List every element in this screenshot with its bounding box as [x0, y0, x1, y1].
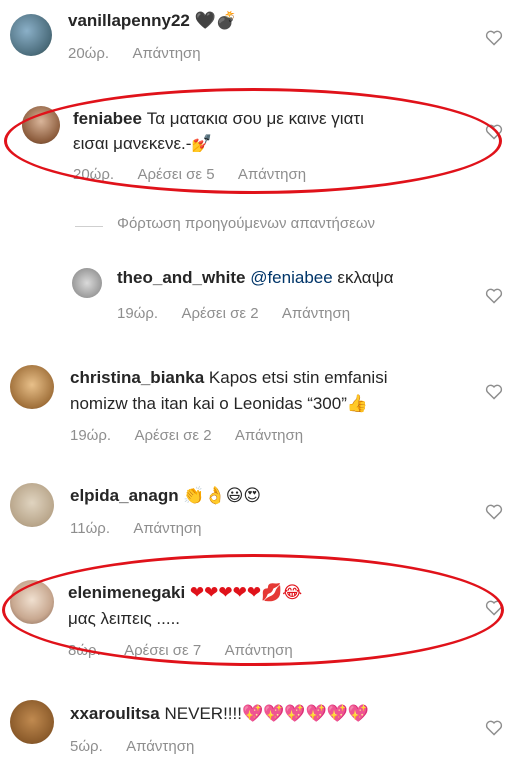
avatar[interactable]: [10, 483, 54, 527]
avatar[interactable]: [22, 106, 60, 144]
comment-text: vanillapenny22 🖤💣: [68, 10, 237, 32]
reply-button[interactable]: Απάντηση: [282, 305, 350, 322]
comment-meta: 20ώρ. Απάντηση: [68, 45, 201, 62]
reply-button[interactable]: Απάντηση: [238, 166, 306, 183]
comment-text-line2: εισαι μανεκενε.-💅: [73, 134, 213, 153]
load-previous-replies[interactable]: Φόρτωση προηγούμενων απαντήσεων: [117, 215, 375, 232]
comment-text: elenimenegaki ❤❤❤❤❤💋😂: [68, 582, 302, 604]
avatar[interactable]: [10, 580, 54, 624]
heart-icon[interactable]: [485, 720, 503, 736]
avatar[interactable]: [10, 14, 52, 56]
comment-body: Kapos etsi stin emfanisi: [208, 368, 388, 387]
comment-meta: 5ώρ. Απάντηση: [70, 738, 194, 755]
comment-text: elpida_anagn 👏👌😃😍: [70, 485, 261, 507]
timestamp: 19ώρ.: [70, 427, 112, 444]
username[interactable]: elenimenegaki: [68, 583, 185, 602]
comment-meta: 19ώρ. Αρέσει σε 2 Απάντηση: [117, 305, 350, 322]
comment-text-line2: nomizw tha itan kai o Leonidas “300”👍: [70, 394, 369, 413]
reply-button[interactable]: Απάντηση: [132, 45, 200, 62]
timestamp: 11ώρ.: [70, 520, 110, 537]
username[interactable]: xxaroulitsa: [70, 704, 160, 723]
likes-count[interactable]: Αρέσει σε 2: [134, 427, 211, 444]
comment-emojis: 🖤💣: [194, 11, 237, 31]
comment-text-line2: μας λειπεις .....: [68, 609, 181, 628]
heart-icon[interactable]: [485, 504, 503, 520]
heart-icon[interactable]: [485, 600, 503, 616]
comment-emojis: 👏👌😃😍: [183, 486, 262, 506]
heart-icon[interactable]: [485, 30, 503, 46]
heart-icon[interactable]: [485, 384, 503, 400]
heart-icon[interactable]: [485, 124, 503, 140]
timestamp: 19ώρ.: [117, 305, 159, 322]
username[interactable]: feniabee: [73, 109, 142, 128]
reply-button[interactable]: Απάντηση: [235, 427, 303, 444]
divider: [75, 226, 103, 227]
comment-text: theo_and_white @feniabee εκλαψα: [117, 267, 394, 289]
timestamp: 5ώρ.: [70, 738, 103, 755]
comment-body: NEVER!!!!💖💖💖💖💖💖: [164, 704, 369, 723]
comment-body: εκλαψα: [332, 268, 394, 287]
reply-button[interactable]: Απάντηση: [133, 520, 201, 537]
likes-count[interactable]: Αρέσει σε 7: [124, 642, 201, 659]
username[interactable]: vanillapenny22: [68, 11, 190, 30]
timestamp: 20ώρ.: [73, 166, 115, 183]
avatar[interactable]: [10, 365, 54, 409]
comment-body: Τα ματακια σου με καινε γιατι: [146, 109, 364, 128]
heart-icon[interactable]: [485, 288, 503, 304]
comment-meta: 19ώρ. Αρέσει σε 2 Απάντηση: [70, 427, 303, 444]
reply-button[interactable]: Απάντηση: [225, 642, 293, 659]
comment-text: xxaroulitsa NEVER!!!!💖💖💖💖💖💖: [70, 703, 369, 725]
reply-button[interactable]: Απάντηση: [126, 738, 194, 755]
avatar[interactable]: [72, 268, 102, 298]
likes-count[interactable]: Αρέσει σε 2: [181, 305, 258, 322]
mention-link[interactable]: @feniabee: [250, 268, 333, 287]
username[interactable]: theo_and_white: [117, 268, 245, 287]
avatar[interactable]: [10, 700, 54, 744]
comment-text: feniabee Τα ματακια σου με καινε γιατι: [73, 108, 364, 130]
comment-meta: 8ώρ. Αρέσει σε 7 Απάντηση: [68, 642, 293, 659]
timestamp: 8ώρ.: [68, 642, 101, 659]
comment-emojis: ❤❤❤❤❤💋😂: [189, 583, 303, 603]
username[interactable]: elpida_anagn: [70, 486, 179, 505]
comment-meta: 11ώρ. Απάντηση: [70, 520, 202, 537]
likes-count[interactable]: Αρέσει σε 5: [137, 166, 214, 183]
comment-text: christina_bianka Kapos etsi stin emfanis…: [70, 367, 388, 389]
username[interactable]: christina_bianka: [70, 368, 204, 387]
timestamp: 20ώρ.: [68, 45, 110, 62]
comment-meta: 20ώρ. Αρέσει σε 5 Απάντηση: [73, 166, 306, 183]
